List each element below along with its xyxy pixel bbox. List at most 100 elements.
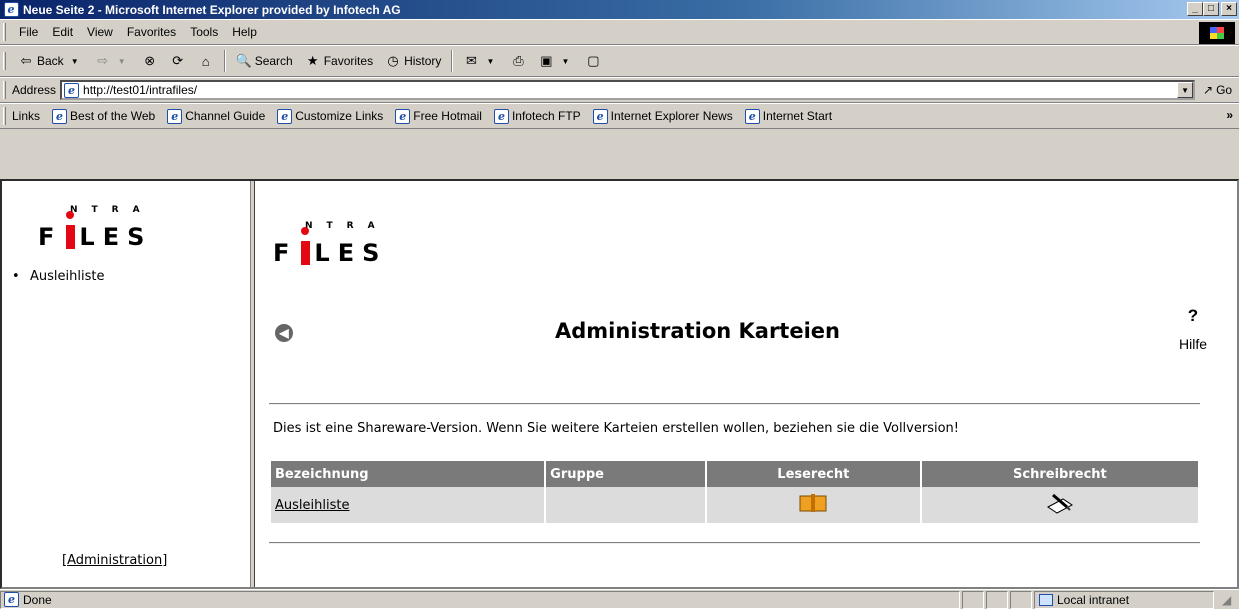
go-button[interactable]: ↗ Go (1203, 83, 1232, 97)
link-infotech-ftp[interactable]: e Infotech FTP (488, 108, 587, 124)
linksbar-grip[interactable] (3, 107, 6, 125)
window-controls: _ □ × (1187, 2, 1237, 16)
status-cell (1010, 590, 1032, 609)
link-label: Free Hotmail (413, 109, 482, 123)
menu-tools[interactable]: Tools (183, 25, 225, 39)
address-value: http://test01/intrafiles/ (83, 83, 198, 97)
edit-button[interactable]: ▣ ▼ (532, 49, 579, 73)
mail-button[interactable]: ✉ ▼ (457, 49, 504, 73)
toolbar-separator (451, 50, 454, 72)
logo-les-text: LES (314, 239, 388, 267)
page-icon: e (64, 82, 80, 98)
column-header-leserecht: Leserecht (706, 461, 920, 487)
dropdown-arrow-icon[interactable]: ▼ (557, 53, 573, 69)
links-more-chevron-icon[interactable]: » (1226, 108, 1233, 122)
dropdown-arrow-icon[interactable]: ▼ (482, 53, 498, 69)
menu-favorites[interactable]: Favorites (120, 25, 183, 39)
help-link[interactable]: ? Hilfe (1179, 306, 1207, 352)
toolbar-grip[interactable] (3, 52, 6, 70)
close-button[interactable]: × (1221, 2, 1237, 16)
link-label: Infotech FTP (511, 109, 581, 123)
forward-arrow-icon: ⇨ (97, 53, 109, 68)
link-best-of-the-web[interactable]: e Best of the Web (46, 108, 161, 124)
shareware-notice: Dies ist eine Shareware-Version. Wenn Si… (273, 421, 959, 436)
link-label: Internet Explorer News (610, 109, 733, 123)
stop-button[interactable]: ⊗ (136, 49, 164, 73)
link-internet-start[interactable]: e Internet Start (739, 108, 838, 124)
status-cell (986, 590, 1008, 609)
mail-icon: ✉ (465, 53, 477, 68)
link-label: Internet Start (762, 109, 833, 123)
main-frame: NTRA F LES ◀ Administration Karteien ? H… (255, 181, 1237, 587)
back-label: Back (37, 54, 64, 68)
administration-link[interactable]: Administration (67, 553, 162, 568)
ie-status-icon: e (4, 592, 19, 607)
administration-link-wrapper: [Administration] (62, 553, 167, 568)
favorites-button[interactable]: ★ Favorites (299, 49, 379, 73)
browser-content: NTRA F LES Ausleihliste [Administration]… (0, 179, 1239, 589)
ie-link-icon: e (744, 108, 760, 124)
discuss-button[interactable]: ▢ (579, 49, 607, 73)
page-title: Administration Karteien (555, 319, 840, 343)
logo-i-mark (301, 227, 311, 265)
print-button[interactable]: ⎙ (504, 49, 532, 73)
status-bar: e Done Local intranet ◢ (0, 589, 1239, 609)
menu-help[interactable]: Help (225, 25, 264, 39)
addressbar-grip[interactable] (3, 81, 6, 99)
menu-view[interactable]: View (80, 25, 120, 39)
menu-edit[interactable]: Edit (45, 25, 80, 39)
refresh-icon: ⟳ (172, 53, 184, 68)
menu-file[interactable]: File (12, 25, 45, 39)
link-free-hotmail[interactable]: e Free Hotmail (389, 108, 488, 124)
forward-button[interactable]: ⇨ ▼ (89, 49, 136, 73)
write-permission-icon[interactable] (1045, 491, 1075, 520)
table-row: Ausleihliste (271, 487, 1198, 523)
column-header-bezeichnung: Bezeichnung (271, 461, 545, 487)
address-label: Address (12, 83, 57, 97)
intrafiles-logo: NTRA F LES (273, 221, 388, 267)
home-button[interactable]: ⌂ (192, 49, 220, 73)
dropdown-arrow-icon[interactable]: ▼ (114, 53, 130, 69)
row-write-cell (921, 487, 1198, 523)
menu-bar: File Edit View Favorites Tools Help (0, 19, 1239, 45)
logo-les-text: LES (79, 223, 153, 251)
standard-toolbar: ⇦ Back ▼ ⇨ ▼ ⊗ ⟳ ⌂ 🔍 Search ★ Favorites … (0, 45, 1239, 77)
logo-f-text: F (273, 239, 298, 267)
column-header-schreibrecht: Schreibrecht (921, 461, 1198, 487)
back-button[interactable]: ⇦ Back ▼ (12, 49, 89, 73)
sidebar-item-ausleihliste[interactable]: Ausleihliste (12, 269, 105, 284)
logo-ntra-text: NTRA (305, 221, 389, 231)
security-zone: Local intranet (1034, 590, 1214, 609)
dropdown-arrow-icon[interactable]: ▼ (67, 53, 83, 69)
row-name-link[interactable]: Ausleihliste (275, 498, 349, 513)
bracket-close: ] (162, 553, 168, 568)
read-permission-icon[interactable] (798, 492, 828, 519)
address-input[interactable]: e http://test01/intrafiles/ ▼ (60, 80, 1196, 100)
minimize-button[interactable]: _ (1187, 2, 1203, 16)
link-internet-explorer-news[interactable]: e Internet Explorer News (587, 108, 739, 124)
maximize-button[interactable]: □ (1203, 2, 1219, 16)
discuss-icon: ▢ (587, 53, 600, 68)
links-label: Links (12, 109, 41, 123)
left-frame: NTRA F LES Ausleihliste [Administration] (2, 181, 250, 587)
help-label: Hilfe (1178, 336, 1207, 352)
column-header-gruppe: Gruppe (546, 461, 705, 487)
go-label: Go (1216, 83, 1233, 97)
resize-grip-icon[interactable]: ◢ (1222, 593, 1231, 607)
address-bar: Address e http://test01/intrafiles/ ▼ ↗ … (0, 77, 1239, 103)
history-icon: ◷ (387, 53, 399, 68)
link-customize-links[interactable]: e Customize Links (271, 108, 389, 124)
back-arrow-icon: ⇦ (20, 53, 32, 68)
search-button[interactable]: 🔍 Search (230, 49, 299, 73)
address-dropdown-button[interactable]: ▼ (1177, 82, 1194, 98)
ie-link-icon: e (493, 108, 509, 124)
refresh-button[interactable]: ⟳ (164, 49, 192, 73)
karteien-table: Bezeichnung Gruppe Leserecht Schreibrech… (269, 461, 1200, 523)
stop-icon: ⊗ (144, 53, 156, 68)
intrafiles-logo: NTRA F LES (38, 205, 153, 251)
link-channel-guide[interactable]: e Channel Guide (161, 108, 271, 124)
back-circle-icon[interactable]: ◀ (275, 324, 293, 342)
history-button[interactable]: ◷ History (379, 49, 447, 73)
windows-logo-icon (1199, 22, 1235, 44)
menubar-grip[interactable] (3, 23, 6, 41)
